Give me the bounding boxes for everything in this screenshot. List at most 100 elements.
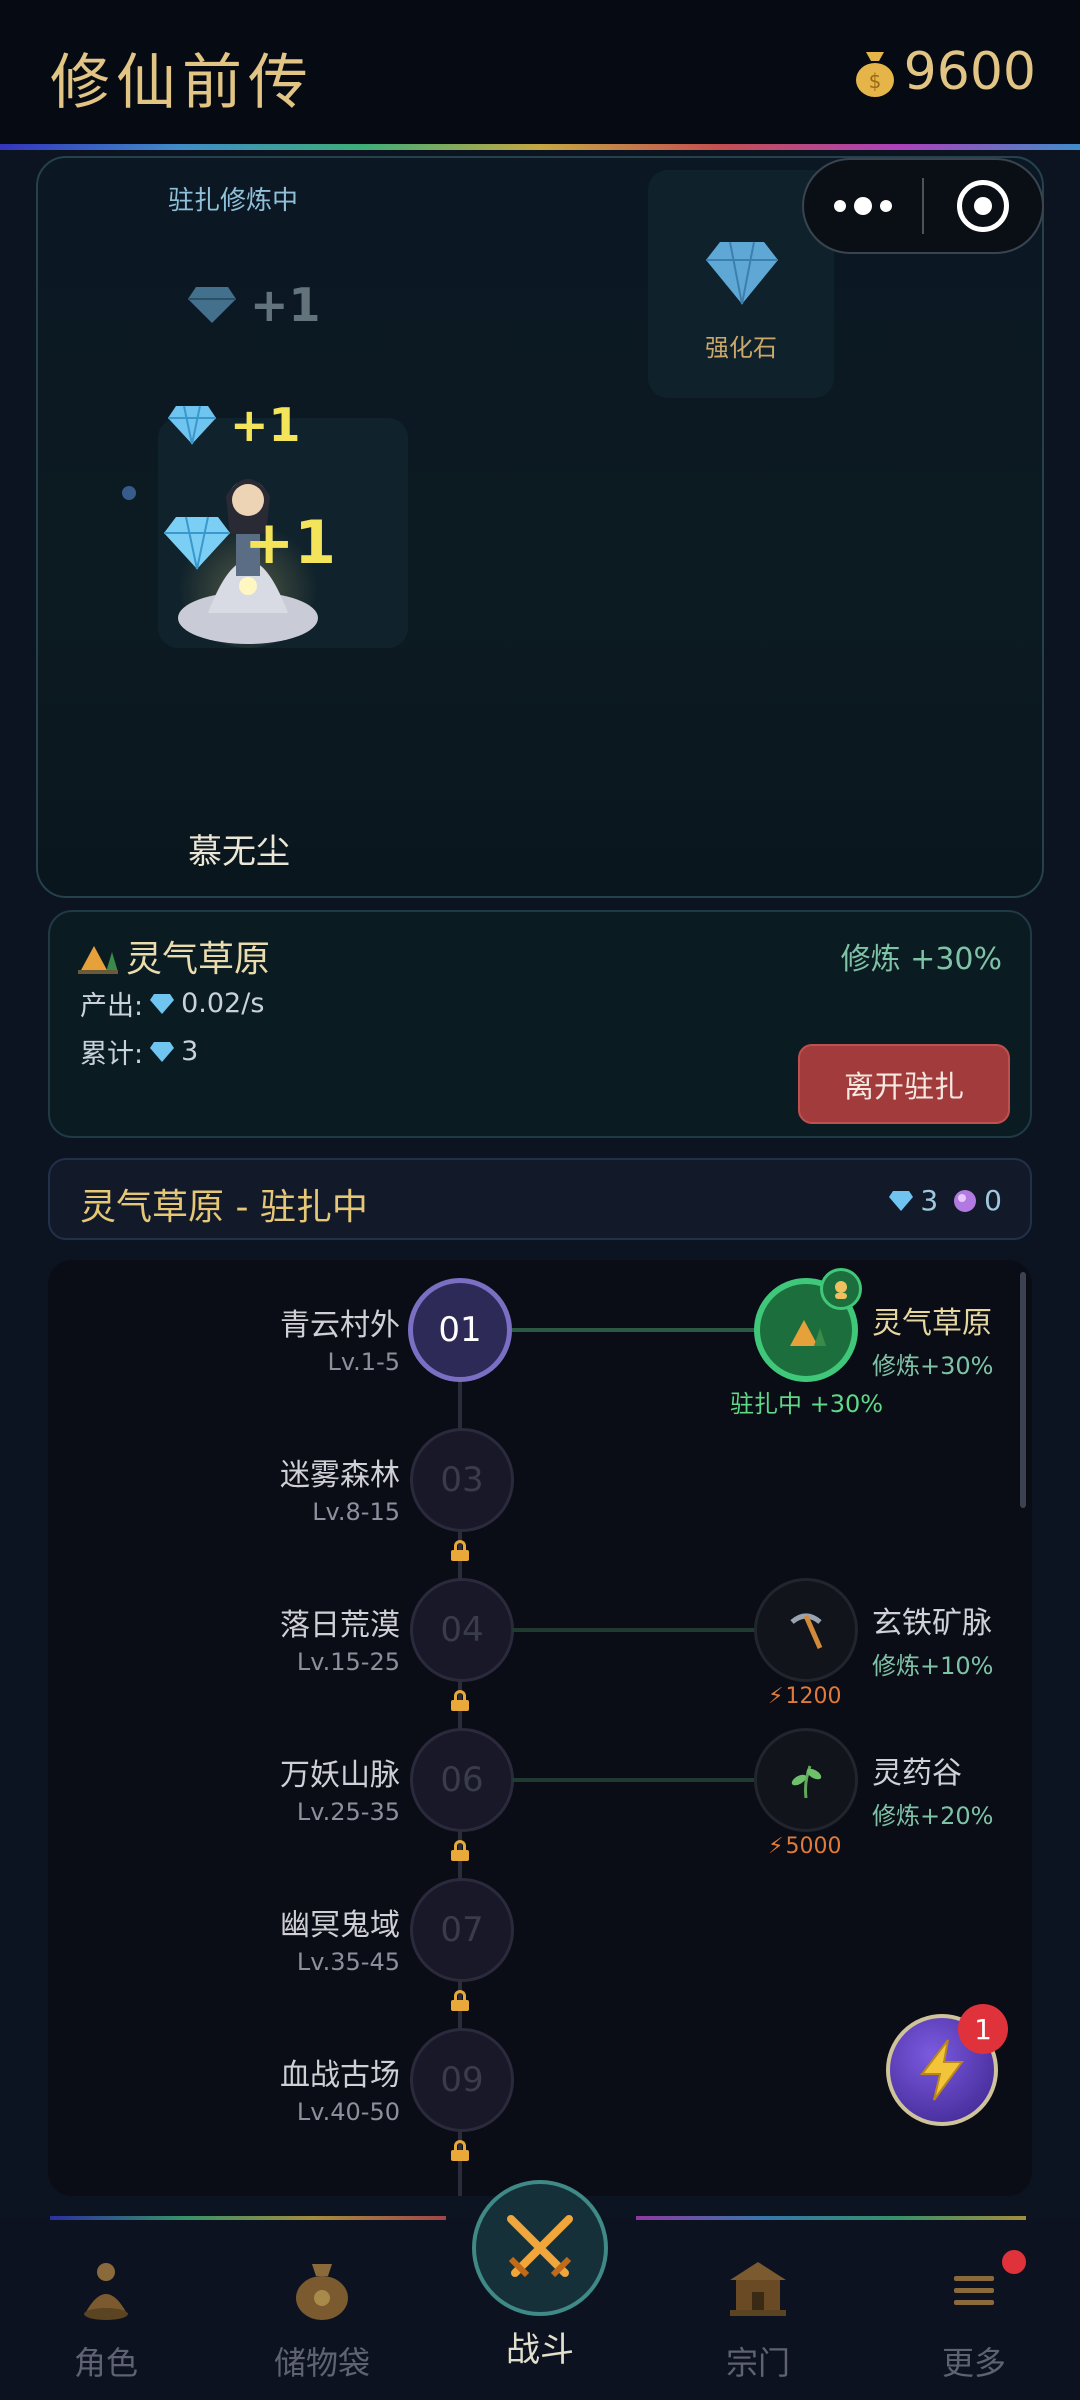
nav-bag[interactable]: 储物袋 (232, 2254, 412, 2384)
reward-label: 强化石 (705, 334, 777, 362)
nav-divider (636, 2216, 1026, 2220)
total-label: 累计: (80, 1039, 144, 1070)
gain-text: +1 (230, 398, 301, 452)
spot-node[interactable] (754, 1728, 858, 1832)
nav-sect-label: 宗门 (725, 2344, 790, 2382)
stage-node[interactable]: 04 (410, 1578, 514, 1682)
cultivation-panel: 驻扎修炼中 +1 +1 +1 强化石 慕无尘 (36, 156, 1044, 898)
nav-sect[interactable]: 宗门 (668, 2254, 848, 2384)
stage-name: 落日荒漠 (280, 1608, 400, 1643)
camp-tent-icon (78, 946, 118, 974)
diamond-icon (150, 993, 175, 1014)
stage-label: 青云村外 Lv.1-5 (100, 1300, 400, 1376)
spot-label: 灵气草原 修炼+30% (872, 1298, 993, 1381)
nav-divider (50, 2216, 446, 2220)
stage-level: Lv.35-45 (296, 1948, 400, 1976)
lock-icon (451, 1990, 469, 2011)
total-row: 累计: 3 (80, 1032, 198, 1071)
location-title: 灵气草原 (78, 930, 270, 982)
stage-label: 血战古场 Lv.40-50 (100, 2050, 400, 2126)
nav-more[interactable]: 更多 (884, 2254, 1064, 2384)
spot-node[interactable] (754, 1578, 858, 1682)
menu-icon (954, 2276, 994, 2305)
stage-node[interactable]: 06 (410, 1728, 514, 1832)
target-circle-icon[interactable] (924, 160, 1042, 252)
stage-node[interactable]: 03 (410, 1428, 514, 1532)
stage-level: Lv.1-5 (327, 1348, 400, 1376)
stage-level: Lv.40-50 (296, 2098, 400, 2126)
stage-node[interactable]: 09 (410, 2028, 514, 2132)
stage-level: Lv.8-15 (312, 1498, 400, 1526)
nav-bag-label: 储物袋 (273, 2344, 370, 2382)
stage-name: 青云村外 (280, 1308, 400, 1343)
map-scrollbar[interactable] (1020, 1272, 1026, 1508)
stage-level: Lv.25-35 (296, 1798, 400, 1826)
gain-popup: +1 (162, 508, 336, 578)
notification-badge: 1 (958, 2004, 1008, 2054)
diamond-icon (164, 516, 230, 570)
camp-status-bar: 灵气草原 - 驻扎中 3 0 (48, 1158, 1032, 1240)
nav-battle-label: 战斗 (506, 2330, 574, 2370)
gain-popup: +1 (166, 398, 301, 452)
diamond-icon (188, 287, 236, 323)
stage-name: 幽冥鬼域 (280, 1908, 400, 1943)
diamond-icon (168, 405, 216, 445)
stage-name: 万妖山脉 (280, 1758, 400, 1793)
spot-cost: ⚡ 5000 (768, 1834, 841, 1859)
camp-status-text: 灵气草原 - 驻扎中 (80, 1187, 368, 1228)
lightning-icon (919, 2039, 964, 2101)
spot-name: 灵药谷 (872, 1756, 962, 1791)
location-info-panel: 灵气草原 修炼 +30% 产出: 0.02/s 累计: 3 离开驻扎 (48, 910, 1032, 1138)
nav-role-label: 角色 (73, 2344, 138, 2382)
temple-icon (730, 2262, 786, 2316)
nav-role[interactable]: 角色 (16, 2254, 196, 2384)
gain-text: +1 (250, 278, 321, 332)
stage-node[interactable]: 07 (410, 1878, 514, 1982)
spot-status: 驻扎中 +30% (730, 1390, 884, 1418)
spot-cost: ⚡ 1200 (768, 1684, 841, 1709)
location-name: 灵气草原 (126, 939, 271, 980)
spot-bonus: 修炼+10% (872, 1652, 994, 1680)
stage-label: 迷雾森林 Lv.8-15 (100, 1450, 400, 1526)
nav-more-label: 更多 (941, 2344, 1006, 2382)
stage-label: 万妖山脉 Lv.25-35 (100, 1750, 400, 1826)
stage-node[interactable]: 01 (408, 1278, 512, 1382)
app-title: 修仙前传 (50, 48, 314, 118)
orb-count: 0 (984, 1184, 1002, 1217)
resource-counts: 3 0 (888, 1184, 1002, 1217)
meditation-icon (84, 2263, 128, 2320)
nav-battle[interactable] (472, 2180, 608, 2316)
yield-value: 0.02/s (181, 988, 265, 1019)
spot-bonus: 修炼+30% (872, 1352, 994, 1380)
more-dots-icon[interactable] (804, 160, 922, 252)
money-bag-icon: $ (852, 46, 898, 98)
yield-row: 产出: 0.02/s (80, 984, 264, 1023)
gold-value: 9600 (903, 42, 1036, 102)
notification-dot (1002, 2250, 1026, 2274)
camp-tent-icon (790, 1320, 826, 1346)
leave-camp-button[interactable]: 离开驻扎 (798, 1044, 1010, 1124)
lock-icon (451, 1540, 469, 1561)
spot-label: 玄铁矿脉 修炼+10% (872, 1598, 993, 1681)
stage-name: 迷雾森林 (280, 1458, 400, 1493)
crossed-swords-icon (507, 2215, 573, 2278)
spirit-particle (122, 486, 136, 500)
cultivation-status: 驻扎修炼中 (168, 186, 299, 216)
gain-popup: +1 (186, 278, 321, 332)
svg-text:$: $ (868, 69, 881, 93)
lock-icon (451, 2140, 469, 2161)
strengthen-stone-icon (706, 241, 778, 305)
total-value: 3 (181, 1036, 199, 1067)
miniprogram-capsule (802, 158, 1044, 254)
spot-label: 灵药谷 修炼+20% (872, 1748, 993, 1831)
herb-icon (791, 1765, 822, 1799)
storage-bag-icon (296, 2264, 348, 2320)
diamond-icon (150, 1041, 175, 1062)
stage-label: 落日荒漠 Lv.15-25 (100, 1600, 400, 1676)
lock-icon (451, 1840, 469, 1861)
lightning-icon: ⚡ (768, 1834, 784, 1859)
stage-map: 青云村外 Lv.1-5 01 灵气草原 修炼+30% 驻扎中 +30% 迷雾森林… (48, 1260, 1032, 2196)
spot-cost-value: 5000 (785, 1834, 842, 1859)
stage-level: Lv.15-25 (296, 1648, 400, 1676)
yield-label: 产出: (80, 991, 144, 1022)
